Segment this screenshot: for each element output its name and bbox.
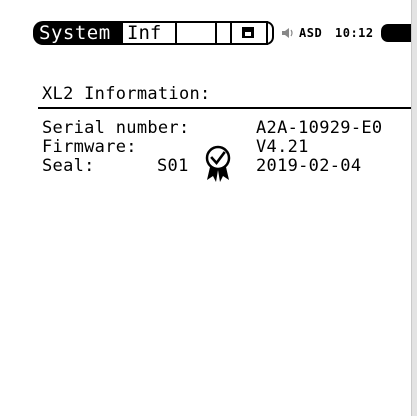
serial-number-value: A2A-10929-E0 — [256, 118, 383, 138]
title-divider — [38, 107, 411, 109]
seal-badge-icon — [205, 145, 231, 182]
tab-divider — [175, 23, 177, 43]
seal-date: 2019-02-04 — [256, 156, 362, 176]
tab-strip: Inf — [121, 21, 268, 45]
mode-label: ASD — [299, 26, 323, 40]
clock-time: 10:12 — [335, 26, 374, 40]
serial-number-label: Serial number: — [42, 118, 190, 138]
display-bevel — [411, 0, 417, 416]
firmware-label: Firmware: — [42, 137, 137, 157]
speaker-icon — [282, 28, 293, 38]
status-bar: System Inf ASD 10:12 — [0, 21, 411, 47]
serial-number-row: Serial number: A2A-10929-E0 — [42, 118, 411, 138]
page-title: XL2 Information: — [42, 84, 211, 104]
seal-code: S01 — [157, 156, 189, 176]
floppy-disk-icon[interactable] — [230, 23, 266, 43]
firmware-value: V4.21 — [256, 137, 309, 157]
battery-icon — [381, 24, 411, 42]
device-screen: System Inf ASD 10:12 XL2 Information: Se… — [0, 0, 417, 416]
tab-system[interactable]: System — [33, 21, 121, 45]
seal-label: Seal: — [42, 156, 95, 176]
tab-info[interactable]: Inf — [125, 22, 161, 44]
tab-strip-end — [266, 21, 274, 45]
tab-divider — [215, 23, 217, 43]
